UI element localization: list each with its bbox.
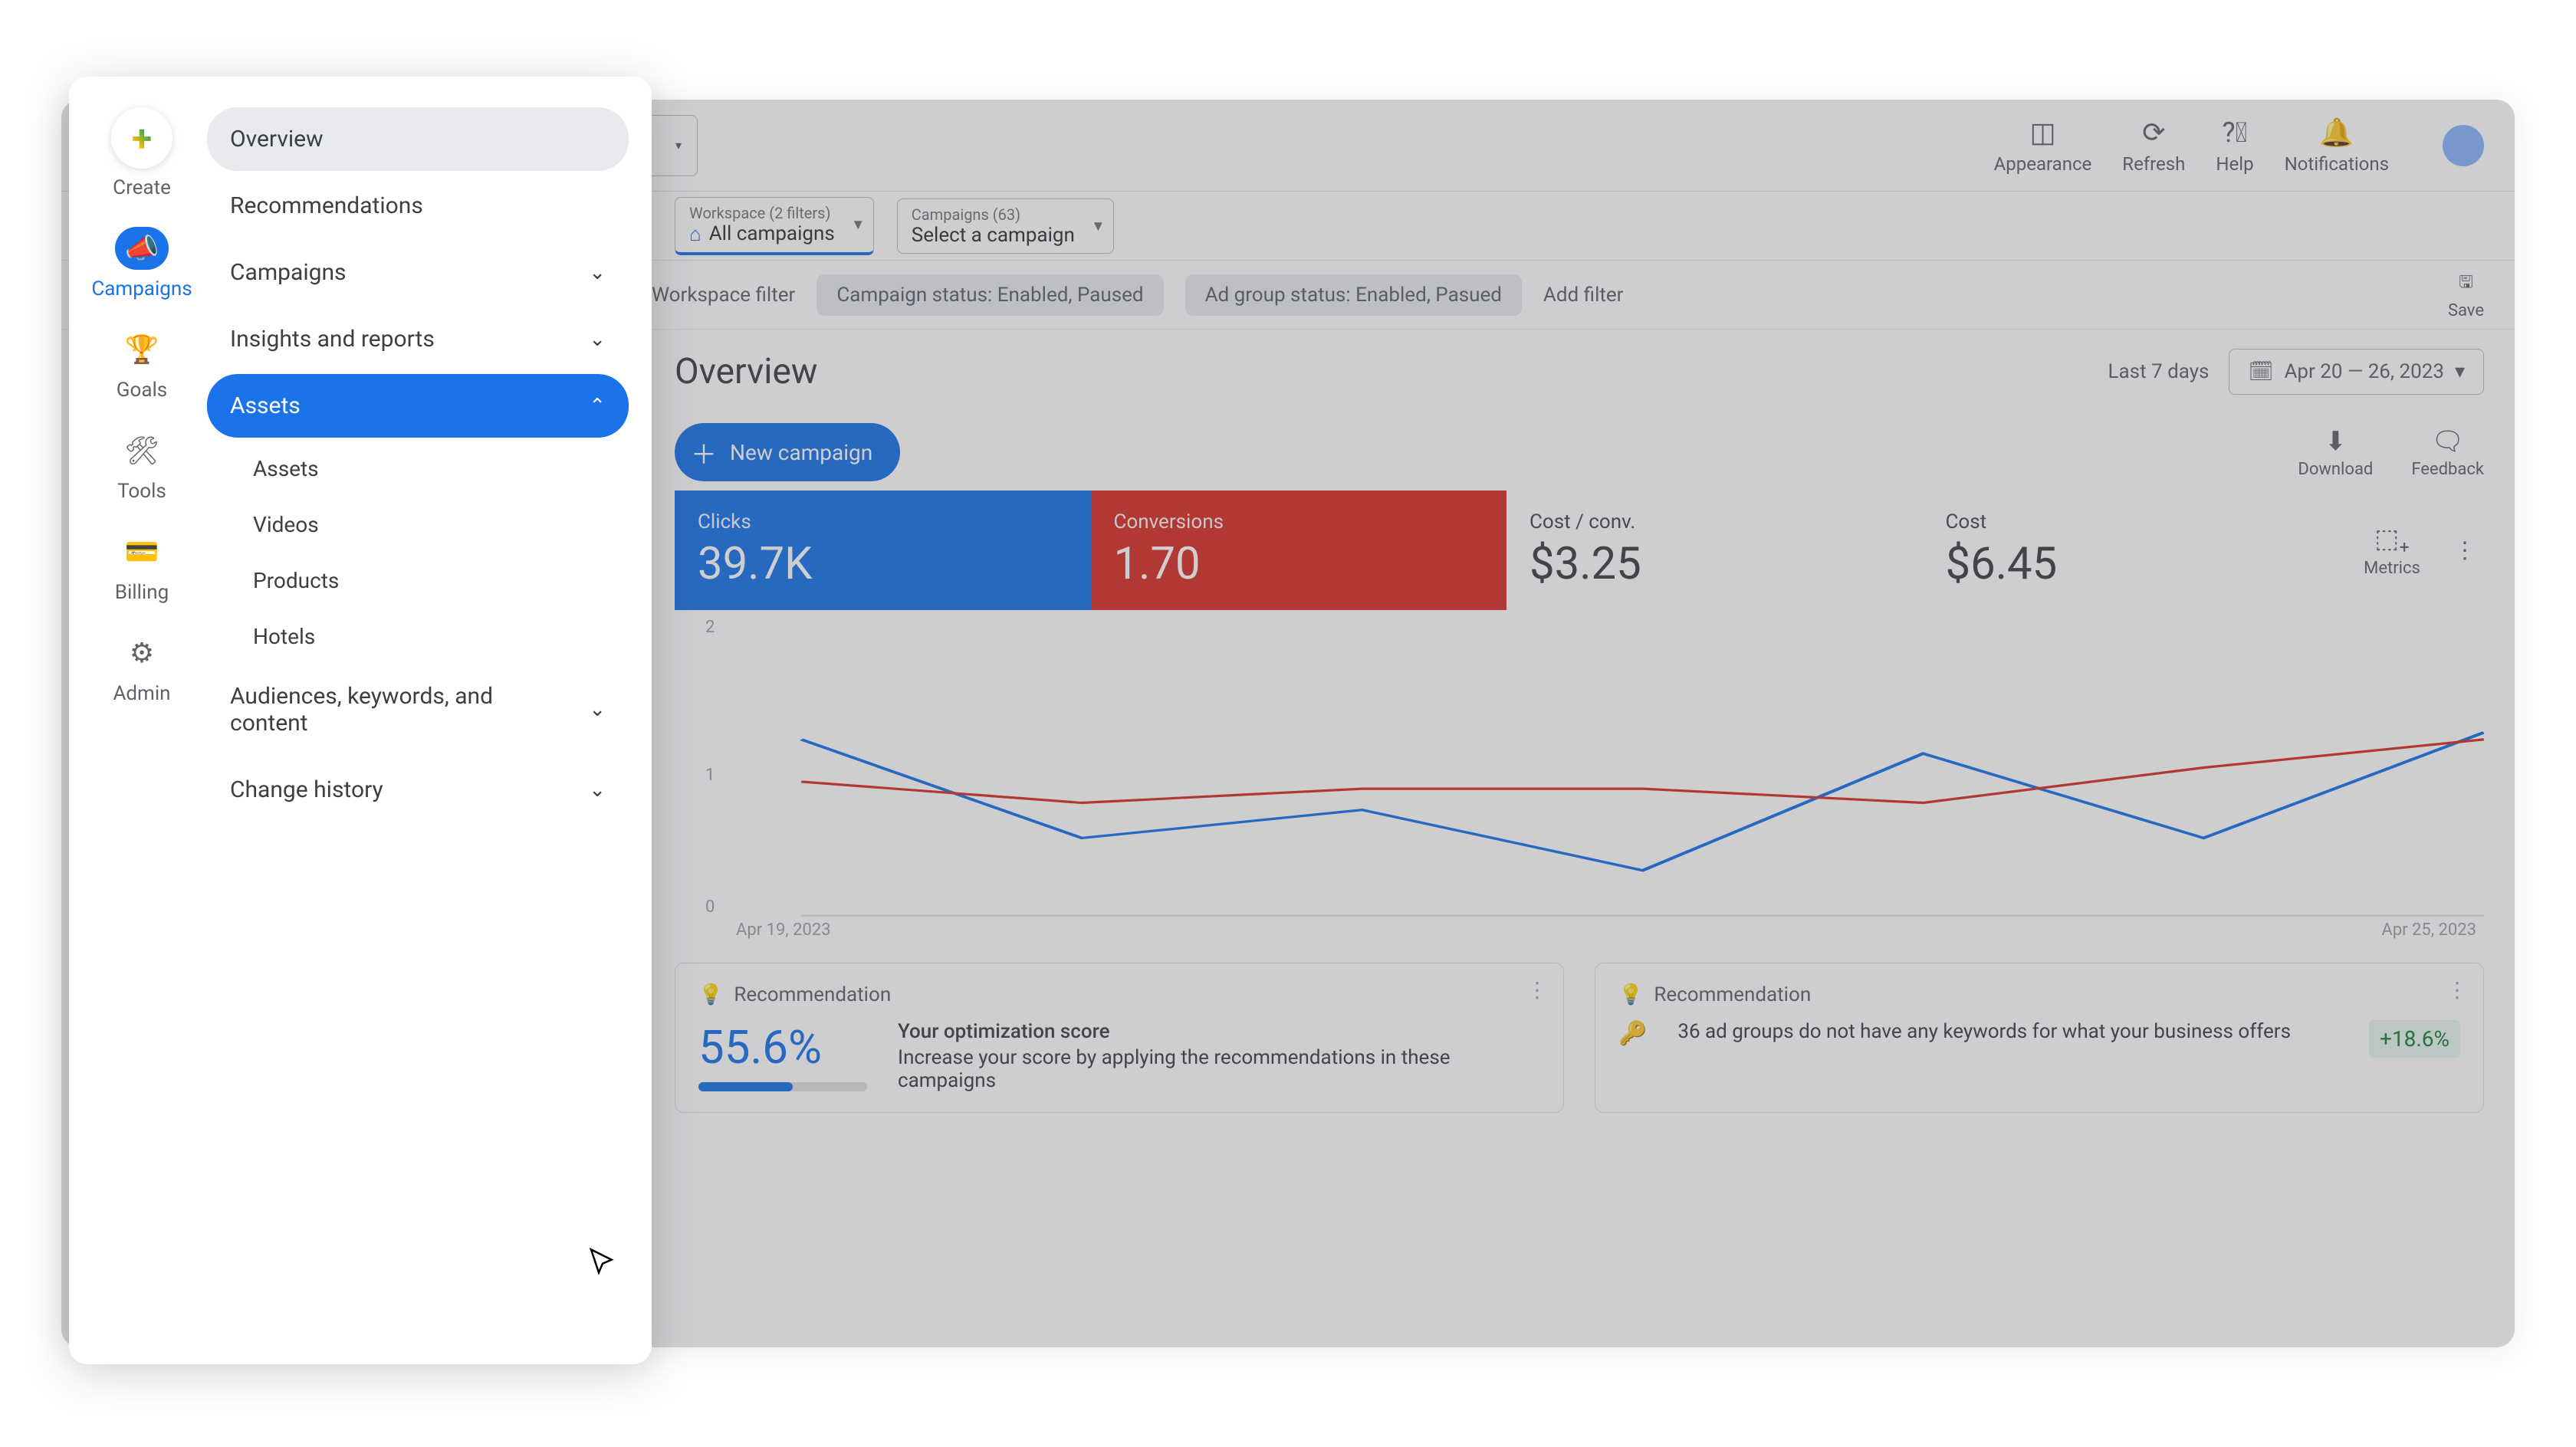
menu-change-history-label: Change history <box>230 776 383 803</box>
create-button[interactable]: + Create <box>111 107 172 199</box>
rail-billing-label: Billing <box>115 581 169 604</box>
rail-goals-label: Goals <box>117 379 167 402</box>
gear-icon: ⚙ <box>120 632 163 674</box>
menu-change-history[interactable]: Change history ⌄ <box>207 758 629 822</box>
rail-campaigns[interactable]: 📣 Campaigns <box>91 227 192 300</box>
rail-campaigns-label: Campaigns <box>91 277 192 300</box>
wrench-icon: 🛠 <box>120 429 163 472</box>
menu-campaigns-label: Campaigns <box>230 259 347 286</box>
chevron-down-icon: ⌄ <box>589 698 606 721</box>
menu-assets-label: Assets <box>230 392 301 419</box>
menu-videos[interactable]: Videos <box>207 497 629 553</box>
menu-insights-label: Insights and reports <box>230 326 435 353</box>
plus-multicolor-icon: + <box>132 116 152 160</box>
create-label: Create <box>113 176 171 199</box>
nav-menu: Overview Recommendations Campaigns ⌄ Ins… <box>199 107 636 1334</box>
nav-rail: + Create 📣 Campaigns 🏆 Goals 🛠 Tools 💳 B… <box>84 107 199 1334</box>
menu-assets[interactable]: Assets ⌃ <box>207 374 629 438</box>
menu-overview-label: Overview <box>230 126 324 153</box>
cursor-icon <box>587 1246 618 1286</box>
chevron-down-icon: ⌄ <box>589 328 606 351</box>
menu-audiences-keywords-content[interactable]: Audiences, keywords, and content ⌄ <box>207 664 629 755</box>
menu-akc-label: Audiences, keywords, and content <box>230 683 521 737</box>
card-icon: 💳 <box>120 530 163 573</box>
menu-insights[interactable]: Insights and reports ⌄ <box>207 307 629 371</box>
rail-tools[interactable]: 🛠 Tools <box>117 429 166 503</box>
menu-assets-sub[interactable]: Assets <box>207 441 629 497</box>
trophy-icon: 🏆 <box>120 328 163 371</box>
rail-tools-label: Tools <box>117 480 166 503</box>
menu-overview[interactable]: Overview <box>207 107 629 171</box>
megaphone-icon: 📣 <box>115 227 169 270</box>
rail-goals[interactable]: 🏆 Goals <box>117 328 167 402</box>
sidebar-panel: + Create 📣 Campaigns 🏆 Goals 🛠 Tools 💳 B… <box>69 77 652 1364</box>
menu-recommendations-label: Recommendations <box>230 192 423 219</box>
chevron-up-icon: ⌃ <box>589 395 606 418</box>
rail-billing[interactable]: 💳 Billing <box>115 530 169 604</box>
rail-admin[interactable]: ⚙ Admin <box>113 632 170 705</box>
chevron-down-icon: ⌄ <box>589 779 606 802</box>
menu-hotels[interactable]: Hotels <box>207 609 629 664</box>
menu-campaigns[interactable]: Campaigns ⌄ <box>207 241 629 304</box>
menu-products[interactable]: Products <box>207 553 629 609</box>
menu-recommendations[interactable]: Recommendations <box>207 174 629 238</box>
rail-admin-label: Admin <box>113 682 170 705</box>
chevron-down-icon: ⌄ <box>589 261 606 284</box>
